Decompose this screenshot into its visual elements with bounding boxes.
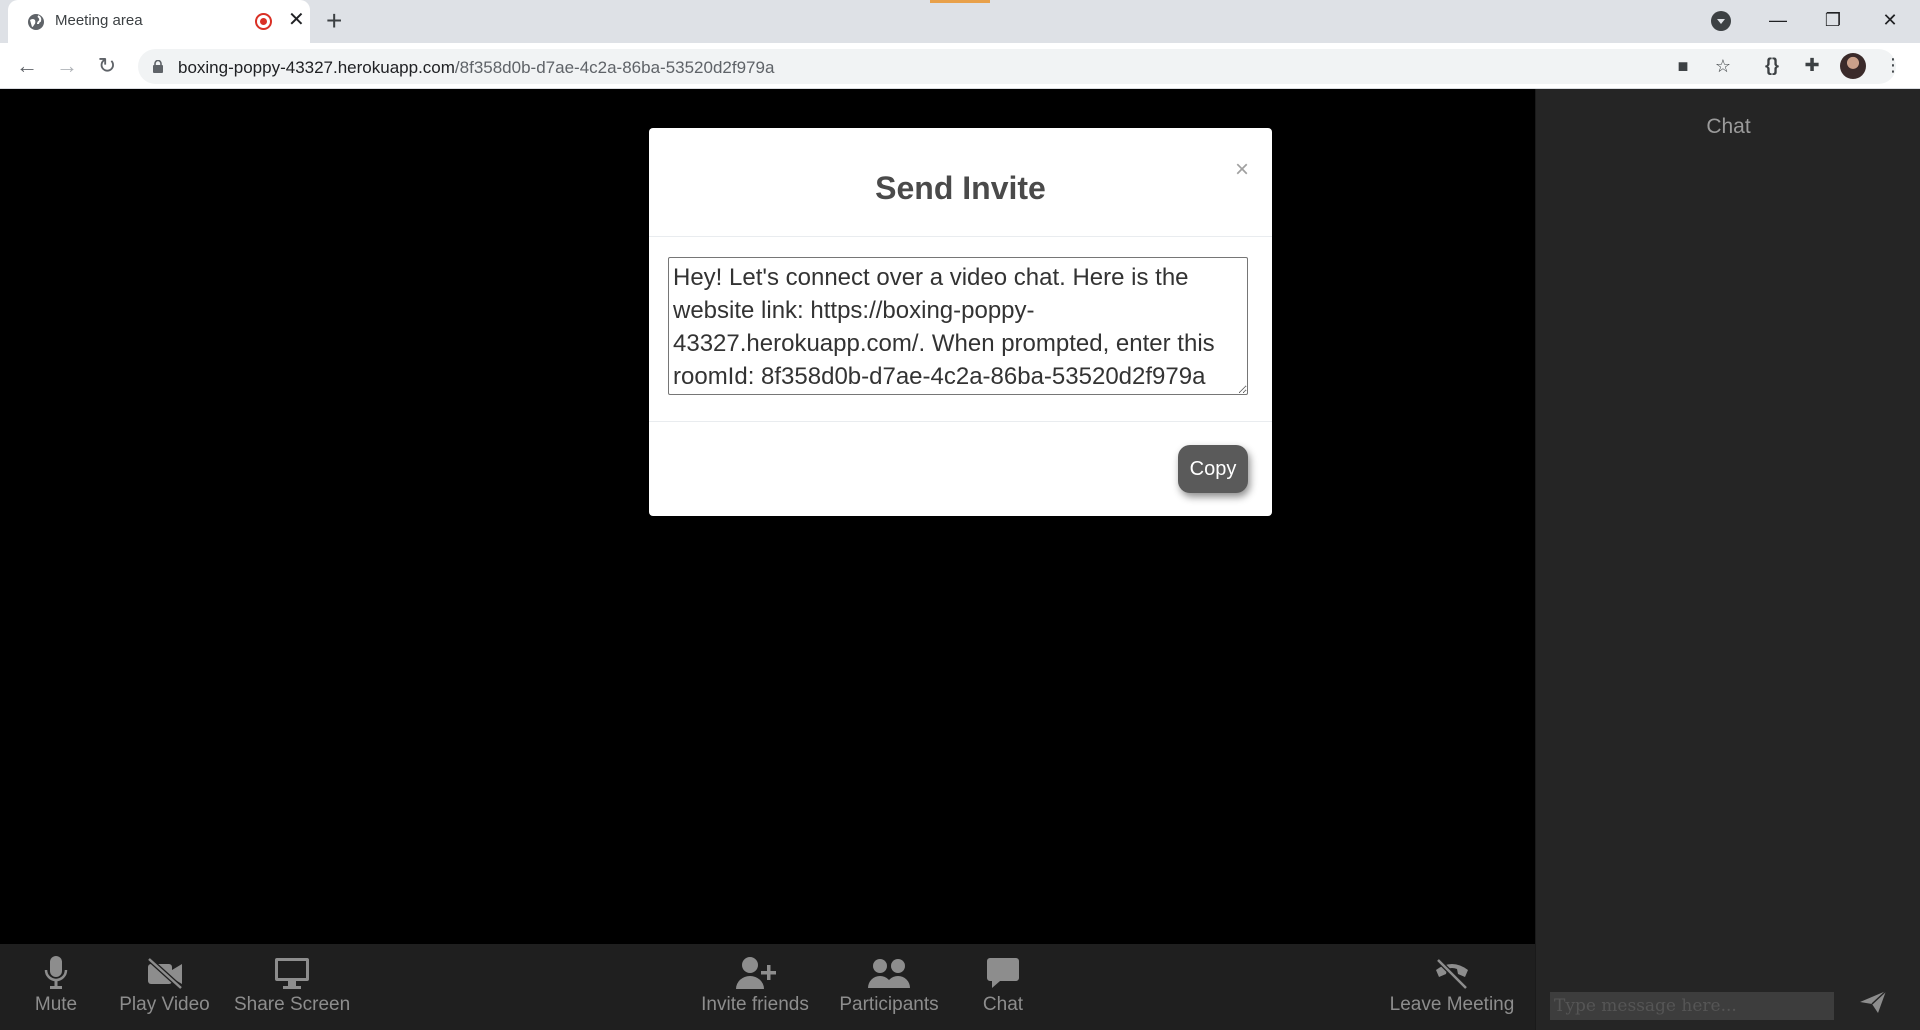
tab-title: Meeting area [55, 12, 143, 29]
forward-button[interactable]: → [53, 52, 81, 80]
new-tab-button[interactable]: + [326, 6, 342, 36]
browser-menu-icon[interactable]: ⋮ [1880, 52, 1906, 78]
tab-close-icon[interactable]: ✕ [288, 10, 305, 30]
chat-title: Chat [1706, 115, 1751, 138]
mute-button[interactable]: Mute [30, 956, 82, 1016]
extensions-icon[interactable]: ✚ [1799, 52, 1825, 78]
browser-tab-strip: Meeting area ✕ + — ❐ ✕ [0, 0, 1920, 43]
back-button[interactable]: ← [13, 52, 41, 80]
app-window: Meeting area ✕ + — ❐ ✕ ← → ↻ boxing-popp… [0, 0, 1920, 1030]
meeting-controls-bar: Mute Play Video Share Screen Invite frie… [0, 944, 1535, 1030]
tab-search-icon[interactable] [1711, 11, 1731, 31]
camera-icon[interactable]: ■ [1670, 53, 1696, 79]
video-off-icon [146, 957, 183, 990]
share-screen-button[interactable]: Share Screen [234, 956, 350, 1016]
invite-friends-label: Invite friends [701, 994, 809, 1015]
phone-hangup-icon [1436, 958, 1468, 990]
chat-label: Chat [982, 994, 1024, 1015]
desktop-icon [275, 958, 309, 989]
mute-label: Mute [34, 994, 78, 1015]
browser-tab[interactable]: Meeting area ✕ [8, 0, 310, 43]
chat-message-input[interactable] [1550, 992, 1834, 1020]
send-icon[interactable] [1858, 989, 1888, 1015]
recording-indicator-icon [255, 13, 272, 30]
share-screen-label: Share Screen [234, 994, 351, 1015]
chat-bubble-icon [987, 958, 1019, 988]
participants-button[interactable]: Participants [834, 956, 944, 1016]
url-text: boxing-poppy-43327.herokuapp.com/8f358d0… [178, 58, 774, 78]
add-user-icon [736, 957, 776, 989]
leave-meeting-label: Leave Meeting [1389, 994, 1515, 1015]
chat-button[interactable]: Chat [978, 956, 1028, 1016]
lock-icon [153, 60, 163, 73]
tab-strip-accent [930, 0, 990, 3]
participants-label: Participants [839, 994, 939, 1015]
url-path: /8f358d0b-d7ae-4c2a-86ba-53520d2f979a [454, 58, 775, 77]
chat-panel: Chat [1535, 89, 1920, 1030]
address-bar[interactable]: boxing-poppy-43327.herokuapp.com/8f358d0… [138, 49, 1896, 84]
leave-meeting-button[interactable]: Leave Meeting [1388, 956, 1516, 1016]
minimize-button[interactable]: — [1758, 4, 1798, 36]
window-close-button[interactable]: ✕ [1870, 4, 1910, 36]
bookmark-star-icon[interactable]: ☆ [1710, 53, 1736, 79]
invite-friends-button[interactable]: Invite friends [698, 956, 812, 1016]
profile-avatar[interactable] [1840, 53, 1866, 79]
modal-close-icon[interactable]: × [1235, 156, 1249, 184]
modal-header: Send Invite × [649, 128, 1272, 237]
invite-message-textarea[interactable]: Hey! Let's connect over a video chat. He… [668, 257, 1248, 395]
url-host: boxing-poppy-43327.herokuapp.com [178, 58, 455, 77]
play-video-button[interactable]: Play Video [117, 956, 212, 1016]
globe-icon [28, 14, 44, 30]
json-viewer-icon[interactable]: {} [1759, 52, 1785, 78]
reload-button[interactable]: ↻ [93, 52, 121, 80]
modal-title: Send Invite [875, 170, 1046, 206]
send-invite-modal: Send Invite × Hey! Let's connect over a … [649, 128, 1272, 516]
play-video-label: Play Video [119, 994, 210, 1015]
copy-button[interactable]: Copy [1178, 445, 1248, 493]
restore-button[interactable]: ❐ [1813, 4, 1853, 36]
modal-footer: Copy [649, 421, 1272, 516]
users-icon [868, 959, 910, 988]
browser-toolbar: ← → ↻ boxing-poppy-43327.herokuapp.com/8… [0, 43, 1920, 89]
microphone-icon [44, 956, 68, 989]
